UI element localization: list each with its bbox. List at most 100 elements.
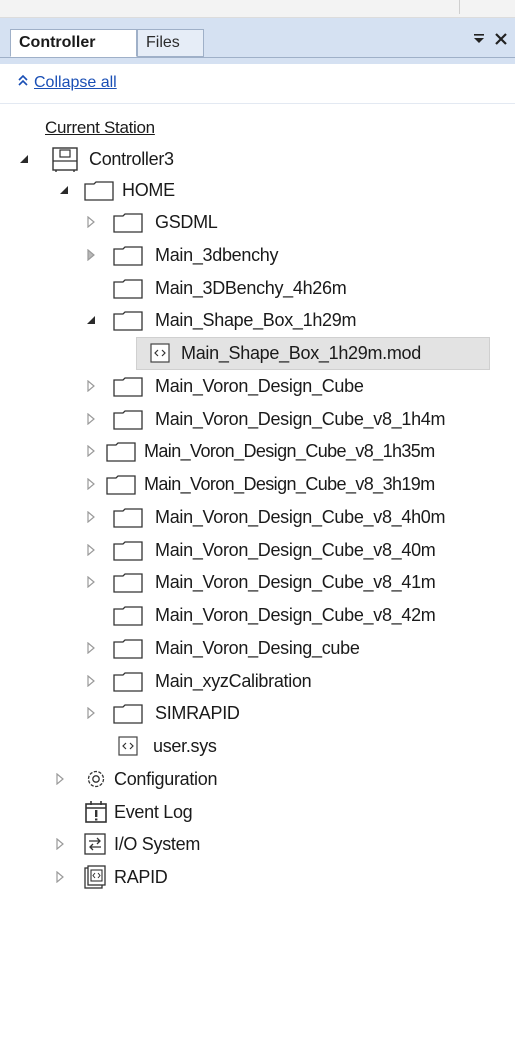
module-file-icon [150, 343, 170, 363]
folder-icon [113, 606, 143, 626]
tree-item-configuration[interactable]: Configuration [0, 763, 515, 795]
folder-icon [113, 246, 143, 266]
collapsed-arrow-icon[interactable] [85, 249, 97, 261]
folder-label: Main_Voron_Design_Cube_v8_1h4m [155, 409, 446, 429]
controller3-label: Controller3 [89, 149, 174, 169]
tree-item-current-station[interactable]: Current Station [0, 112, 515, 144]
tree-item-simrapid[interactable]: SIMRAPID [0, 697, 515, 729]
tree-item-io-system[interactable]: I/O System [0, 828, 515, 860]
folder-icon [84, 181, 114, 201]
tab-controller[interactable]: Controller [10, 29, 137, 57]
collapsed-arrow-icon[interactable] [85, 380, 97, 392]
folder-label: Main_Shape_Box_1h29m [155, 310, 357, 330]
collapsed-arrow-icon[interactable] [54, 838, 66, 850]
collapsed-arrow-icon[interactable] [85, 445, 97, 457]
tree-item-voron-desing-cube[interactable]: Main_Voron_Desing_cube [0, 632, 515, 664]
collapsed-arrow-icon[interactable] [85, 642, 97, 654]
folder-icon [113, 672, 143, 692]
tree-item-home[interactable]: HOME [0, 174, 515, 206]
tree-item-voron-v8-42m[interactable]: Main_Voron_Design_Cube_v8_42m [0, 599, 515, 631]
tree-item-main-voron-design-cube[interactable]: Main_Voron_Design_Cube [0, 370, 515, 402]
controller-cabinet-icon [52, 147, 78, 172]
collapse-toolbar: Collapse all [0, 64, 515, 104]
expanded-arrow-icon[interactable] [85, 314, 97, 326]
folder-label: Main_Voron_Design_Cube_v8_40m [155, 540, 436, 560]
system-file-icon [118, 736, 138, 756]
folder-icon [113, 508, 143, 528]
tab-files[interactable]: Files [137, 29, 204, 57]
top-strip [0, 0, 515, 18]
folder-label: Main_xyzCalibration [155, 671, 312, 691]
gear-icon [87, 770, 105, 788]
collapsed-arrow-icon[interactable] [85, 478, 97, 490]
tree-item-voron-v8-1h4m[interactable]: Main_Voron_Design_Cube_v8_1h4m [0, 403, 515, 435]
collapsed-arrow-icon[interactable] [85, 707, 97, 719]
tree-item-voron-v8-3h19m[interactable]: Main_Voron_Design_Cube_v8_3h19m [0, 468, 515, 500]
folder-label: GSDML [155, 212, 218, 232]
expanded-arrow-icon[interactable] [58, 184, 70, 196]
folder-label: SIMRAPID [155, 703, 240, 723]
folder-icon [113, 311, 143, 331]
tab-baseline [0, 57, 515, 58]
expanded-arrow-icon[interactable] [18, 153, 30, 165]
file-label: user.sys [153, 736, 217, 756]
tree-item-main-3dbenchy-4h26m[interactable]: Main_3DBenchy_4h26m [0, 272, 515, 304]
collapsed-arrow-icon[interactable] [85, 675, 97, 687]
folder-icon [113, 213, 143, 233]
tree-item-voron-v8-4h0m[interactable]: Main_Voron_Design_Cube_v8_4h0m [0, 501, 515, 533]
collapsed-arrow-icon[interactable] [85, 544, 97, 556]
tree-item-main-3dbenchy[interactable]: Main_3dbenchy [0, 239, 515, 271]
tree-item-xyz-calibration[interactable]: Main_xyzCalibration [0, 665, 515, 697]
folder-icon [113, 377, 143, 397]
folder-icon [113, 639, 143, 659]
folder-label: Main_Voron_Design_Cube_v8_1h35m [144, 441, 435, 461]
collapsed-arrow-icon[interactable] [54, 773, 66, 785]
collapsed-arrow-icon[interactable] [85, 511, 97, 523]
folder-label: Main_Voron_Design_Cube_v8_4h0m [155, 507, 446, 527]
io-system-label: I/O System [114, 834, 201, 854]
tree-item-main-shape-box-mod[interactable]: Main_Shape_Box_1h29m.mod [0, 337, 515, 369]
current-station-label: Current Station [45, 118, 155, 137]
folder-label: Main_3DBenchy_4h26m [155, 278, 347, 298]
tree-item-voron-v8-40m[interactable]: Main_Voron_Design_Cube_v8_40m [0, 534, 515, 566]
folder-icon [113, 541, 143, 561]
tree-item-event-log[interactable]: Event Log [0, 796, 515, 828]
collapsed-arrow-icon[interactable] [85, 413, 97, 425]
event-log-icon [85, 801, 107, 823]
tree-item-controller3[interactable]: Controller3 [0, 143, 515, 175]
folder-label: Main_Voron_Desing_cube [155, 638, 360, 658]
home-label: HOME [122, 180, 175, 200]
tree-item-gsdml[interactable]: GSDML [0, 206, 515, 238]
folder-icon [106, 442, 136, 462]
tree-item-voron-v8-41m[interactable]: Main_Voron_Design_Cube_v8_41m [0, 566, 515, 598]
io-system-icon [84, 833, 106, 855]
folder-label: Main_Voron_Design_Cube_v8_3h19m [144, 474, 435, 494]
tree-item-user-sys[interactable]: user.sys [0, 730, 515, 762]
folder-label: Main_3dbenchy [155, 245, 279, 265]
event-log-label: Event Log [114, 802, 193, 822]
module-label: Main_Shape_Box_1h29m.mod [181, 343, 421, 363]
collapsed-arrow-icon[interactable] [54, 871, 66, 883]
panel-tab-bar: Controller Files [0, 18, 515, 64]
rapid-code-icon [84, 865, 106, 889]
close-icon[interactable] [494, 30, 508, 51]
collapse-all-link[interactable]: Collapse all [34, 74, 117, 92]
folder-icon [113, 410, 143, 430]
folder-icon [113, 704, 143, 724]
configuration-label: Configuration [114, 769, 218, 789]
top-divider [459, 0, 460, 14]
folder-icon [113, 573, 143, 593]
tree-item-rapid[interactable]: RAPID [0, 861, 515, 893]
folder-label: Main_Voron_Design_Cube_v8_42m [155, 605, 436, 625]
folder-label: Main_Voron_Design_Cube_v8_41m [155, 572, 436, 592]
collapsed-arrow-icon[interactable] [85, 576, 97, 588]
folder-icon [113, 279, 143, 299]
double-chevron-up-icon [18, 74, 28, 86]
collapsed-arrow-icon[interactable] [85, 216, 97, 228]
tree-item-main-shape-box-1h29m[interactable]: Main_Shape_Box_1h29m [0, 304, 515, 336]
folder-label: Main_Voron_Design_Cube [155, 376, 364, 396]
rapid-label: RAPID [114, 867, 168, 887]
tree-item-voron-v8-1h35m[interactable]: Main_Voron_Design_Cube_v8_1h35m [0, 435, 515, 467]
folder-icon [106, 475, 136, 495]
pin-dropdown-icon[interactable] [472, 30, 486, 51]
